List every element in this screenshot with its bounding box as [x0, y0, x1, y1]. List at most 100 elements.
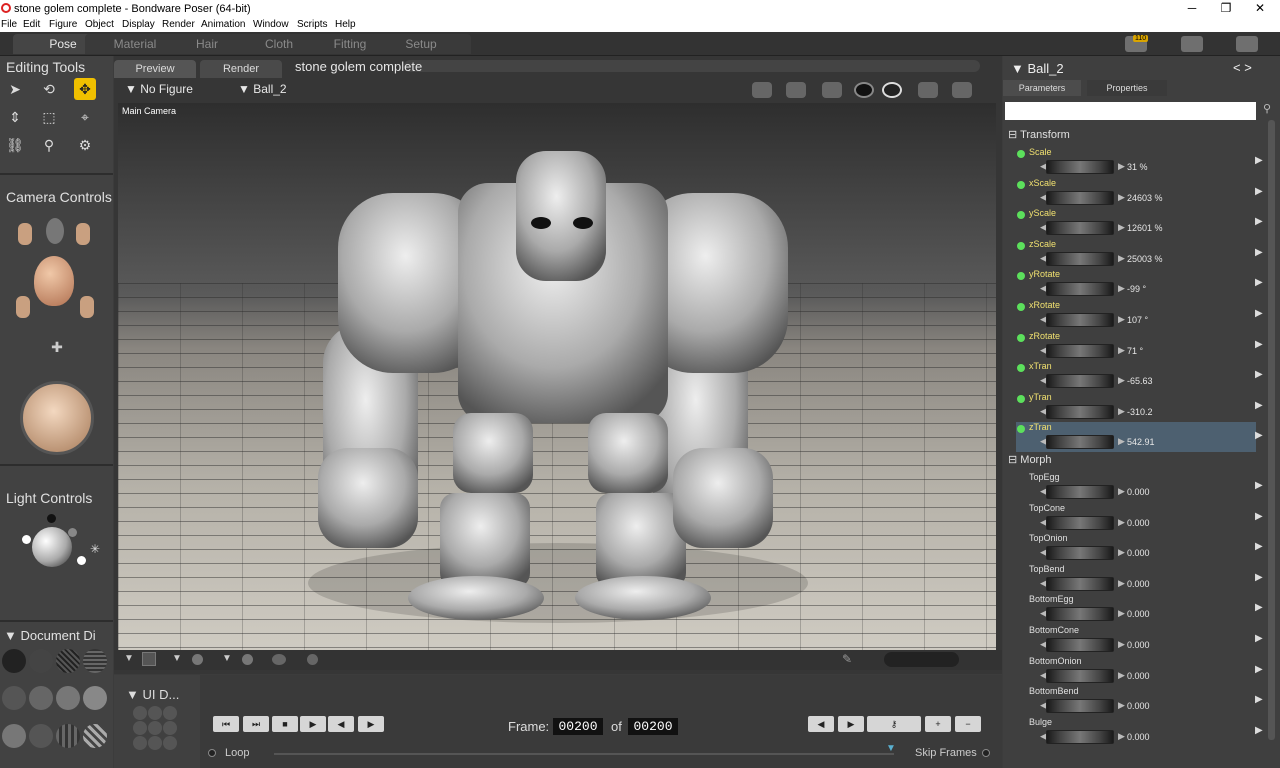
- left-hand-camera-icon[interactable]: [18, 223, 32, 245]
- parameter-dial-xRotate[interactable]: xRotate ◀ ▶ 107 ° ▶: [1016, 300, 1263, 330]
- menu-window[interactable]: Window: [253, 19, 289, 30]
- parameter-menu-icon[interactable]: ▶: [1255, 725, 1263, 736]
- parameter-menu-icon[interactable]: ▶: [1255, 247, 1263, 258]
- spheres-icon[interactable]: [272, 654, 286, 665]
- parameter-value[interactable]: 25003 %: [1127, 254, 1163, 264]
- move-xz-icon[interactable]: [16, 296, 30, 318]
- chevron-down-icon[interactable]: ▼: [124, 653, 134, 664]
- camera-icon[interactable]: [918, 82, 938, 98]
- increment-arrow-icon[interactable]: ▶: [1118, 547, 1125, 558]
- parameter-menu-icon[interactable]: ▶: [1255, 664, 1263, 675]
- parameter-menu-icon[interactable]: ▶: [1255, 277, 1263, 288]
- chain-break-icon[interactable]: ⛓: [4, 134, 26, 156]
- parameter-menu-icon[interactable]: ▶: [1255, 541, 1263, 552]
- value-dial[interactable]: [1046, 576, 1114, 591]
- key-icon[interactable]: ⚷: [867, 716, 921, 732]
- parameter-menu-icon[interactable]: ▶: [1255, 480, 1263, 491]
- display-style-icon[interactable]: [29, 649, 53, 673]
- current-frame-field[interactable]: 00200: [553, 718, 603, 735]
- parameter-value[interactable]: -65.63: [1127, 376, 1153, 386]
- value-dial[interactable]: [1046, 343, 1114, 358]
- parameter-value[interactable]: 0.000: [1127, 701, 1150, 711]
- parameter-menu-icon[interactable]: ▶: [1255, 369, 1263, 380]
- parameter-dial-yRotate[interactable]: yRotate ◀ ▶ -99 ° ▶: [1016, 269, 1263, 299]
- sun-icon[interactable]: ✳: [84, 538, 106, 560]
- chat-icon[interactable]: [1181, 36, 1203, 52]
- camera-cross-icon[interactable]: ✚: [42, 336, 72, 358]
- parameter-menu-icon[interactable]: ▶: [1255, 572, 1263, 583]
- value-dial[interactable]: [1046, 435, 1114, 450]
- next-frame-button[interactable]: ▶: [358, 716, 384, 732]
- value-dial[interactable]: [1046, 404, 1114, 419]
- parameter-value[interactable]: 0.000: [1127, 548, 1150, 558]
- tab-render[interactable]: Render: [200, 60, 282, 78]
- light-handle[interactable]: [22, 535, 31, 544]
- value-dial[interactable]: [1046, 374, 1114, 389]
- value-dial[interactable]: [1046, 729, 1114, 744]
- menu-file[interactable]: File: [1, 19, 17, 30]
- 3d-viewport[interactable]: Main Camera: [118, 103, 996, 650]
- grouping-icon[interactable]: ⚙: [74, 134, 96, 156]
- menu-help[interactable]: Help: [335, 19, 356, 30]
- light-icon[interactable]: [882, 82, 902, 98]
- parameter-value[interactable]: 107 °: [1127, 315, 1148, 325]
- chevron-down-icon[interactable]: ▼: [172, 653, 182, 664]
- parameter-menu-icon[interactable]: ▶: [1255, 511, 1263, 522]
- tab-parameters[interactable]: Parameters: [1003, 80, 1081, 96]
- value-dial[interactable]: [1046, 668, 1114, 683]
- menu-display[interactable]: Display: [122, 19, 155, 30]
- display-style-icon[interactable]: [83, 724, 107, 748]
- library-icon[interactable]: [1236, 36, 1258, 52]
- camera-icon[interactable]: [952, 82, 972, 98]
- light-handle[interactable]: [47, 514, 56, 523]
- head-camera-icon[interactable]: [46, 218, 64, 244]
- value-dial[interactable]: [1046, 607, 1114, 622]
- parameter-menu-icon[interactable]: ▶: [1255, 430, 1263, 441]
- search-icon[interactable]: ⚲: [1263, 102, 1271, 115]
- delete-key-button[interactable]: −: [955, 716, 981, 732]
- parameter-dial-BottomEgg[interactable]: BottomEgg ◀ ▶ 0.000 ▶: [1016, 594, 1263, 624]
- prev-key-button[interactable]: ◀: [808, 716, 834, 732]
- display-style-icon[interactable]: [2, 724, 26, 748]
- menu-animation[interactable]: Animation: [201, 19, 245, 30]
- increment-arrow-icon[interactable]: ▶: [1118, 222, 1125, 233]
- increment-arrow-icon[interactable]: ▶: [1118, 314, 1125, 325]
- display-style-icon[interactable]: [2, 649, 26, 673]
- parameter-dial-zRotate[interactable]: zRotate ◀ ▶ 71 ° ▶: [1016, 331, 1263, 361]
- camera-icon[interactable]: [752, 82, 772, 98]
- parameter-value[interactable]: 0.000: [1127, 640, 1150, 650]
- display-style-icon[interactable]: [56, 649, 80, 673]
- parameter-menu-icon[interactable]: ▶: [1255, 216, 1263, 227]
- tab-properties[interactable]: Properties: [1087, 80, 1167, 96]
- increment-arrow-icon[interactable]: ▶: [1118, 578, 1125, 589]
- taper-icon[interactable]: ⌖: [74, 106, 96, 128]
- parameter-dial-xScale[interactable]: xScale ◀ ▶ 24603 % ▶: [1016, 178, 1263, 208]
- timeline-handle[interactable]: ▼: [886, 743, 896, 754]
- total-frames-field[interactable]: 00200: [628, 718, 678, 735]
- increment-arrow-icon[interactable]: ▶: [1118, 608, 1125, 619]
- parameter-menu-icon[interactable]: ▶: [1255, 694, 1263, 705]
- display-style-icon[interactable]: [29, 724, 53, 748]
- ui-dots-grid[interactable]: [132, 705, 192, 765]
- actor-select[interactable]: ▼ Ball_2: [238, 82, 287, 96]
- value-dial[interactable]: [1046, 160, 1114, 174]
- translate-icon[interactable]: ✥: [74, 78, 96, 100]
- rotate-icon[interactable]: ⟲: [38, 78, 60, 100]
- parameter-dial-Scale[interactable]: Scale ◀ ▶ 31 % ▶: [1016, 147, 1263, 177]
- camera-icon[interactable]: [786, 82, 806, 98]
- parameter-value[interactable]: 542.91: [1127, 437, 1155, 447]
- parameter-dial-TopOnion[interactable]: TopOnion ◀ ▶ 0.000 ▶: [1016, 533, 1263, 563]
- right-hand-camera-icon[interactable]: [76, 223, 90, 245]
- value-dial[interactable]: [1046, 282, 1114, 297]
- menu-scripts[interactable]: Scripts: [297, 19, 328, 30]
- search-input[interactable]: [1005, 102, 1256, 120]
- parameter-dial-TopCone[interactable]: TopCone ◀ ▶ 0.000 ▶: [1016, 503, 1263, 533]
- increment-arrow-icon[interactable]: ▶: [1118, 486, 1125, 497]
- color-swatches[interactable]: [884, 652, 959, 667]
- value-dial[interactable]: [1046, 313, 1114, 327]
- increment-arrow-icon[interactable]: ▶: [1118, 345, 1125, 356]
- parameter-dial-TopBend[interactable]: TopBend ◀ ▶ 0.000 ▶: [1016, 564, 1263, 594]
- figure-select[interactable]: ▼ No Figure: [125, 82, 193, 96]
- move-xy-icon[interactable]: [80, 296, 94, 318]
- value-dial[interactable]: [1046, 485, 1114, 499]
